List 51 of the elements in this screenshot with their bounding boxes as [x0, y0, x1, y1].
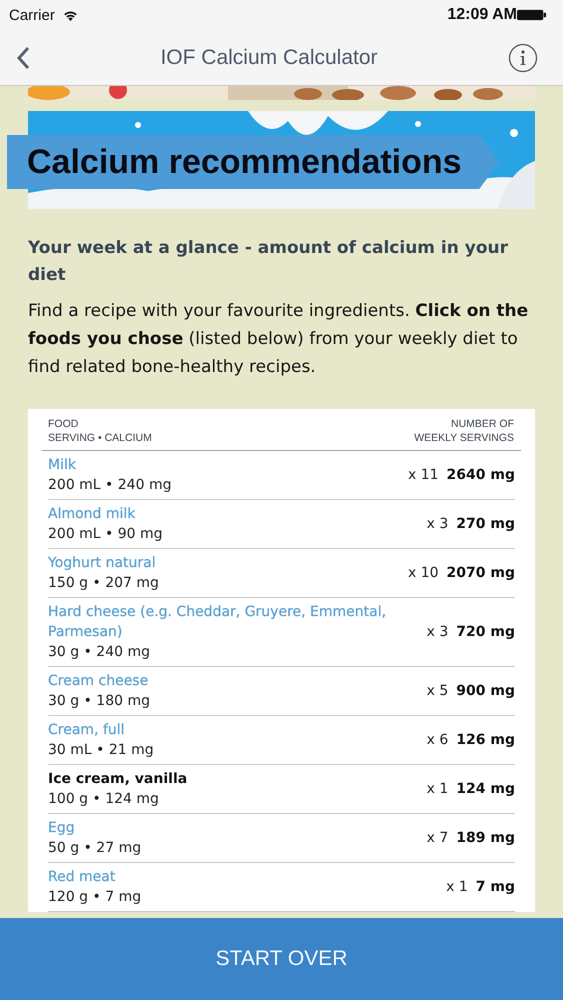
- serving-info: 200 mL • 240 mg: [48, 476, 172, 495]
- calcium-total: 7 mg: [476, 879, 515, 895]
- serving-count: x 6: [426, 732, 448, 748]
- serving-info: 30 g • 180 mg: [48, 692, 150, 711]
- food-link[interactable]: Egg: [48, 818, 142, 838]
- calcium-total: 126 mg: [456, 732, 515, 748]
- carrier-name: Carrier: [9, 6, 55, 24]
- serving-info: 120 g • 7 mg: [48, 888, 142, 907]
- intro-paragraph: Find a recipe with your favourite ingredients. Click on the foods you chose (listed below) from your weekly diet to find related bone-healthy recipes.: [28, 300, 530, 379]
- calcium-total: 900 mg: [456, 683, 515, 699]
- banner-title: Calcium recommendations: [27, 142, 462, 182]
- info-icon[interactable]: [508, 42, 538, 72]
- serving-count: x 7: [426, 830, 448, 846]
- serving-info: 50 g • 27 mg: [48, 839, 142, 858]
- serving-info: 150 g • 207 mg: [48, 574, 159, 593]
- serving-count: x 1: [446, 879, 468, 895]
- column-header: WEEKLY SERVINGS: [414, 431, 514, 445]
- serving-count: x 10: [408, 565, 439, 581]
- section-heading: Your week at a glance - amount of calcium in your diet: [28, 237, 510, 287]
- column-header: FOOD: [48, 417, 80, 431]
- serving-count: x 1: [426, 781, 448, 797]
- serving-info: 100 g • 124 mg: [48, 790, 160, 809]
- serving-info: 30 g • 240 mg: [48, 643, 152, 662]
- food-link[interactable]: Milk: [48, 455, 172, 475]
- column-header: SERVING • CALCIUM: [48, 431, 152, 445]
- calcium-total: 270 mg: [456, 516, 515, 532]
- column-header: NUMBER OF: [451, 417, 514, 431]
- food-link[interactable]: Cream, full: [48, 720, 154, 740]
- start-over-button[interactable]: START OVER: [0, 918, 563, 1000]
- food-name: Ice cream, vanilla: [48, 770, 188, 789]
- clock-time: 12:09 AM: [447, 6, 517, 24]
- battery-icon: [517, 9, 547, 21]
- food-link[interactable]: Red meat: [48, 867, 142, 887]
- back-icon[interactable]: [16, 44, 30, 70]
- food-link[interactable]: Hard cheese (e.g. Cheddar, Gruyere, Emmental, Parmesan): [48, 602, 408, 642]
- calcium-total: 124 mg: [456, 781, 515, 797]
- calcium-total: 2640 mg: [446, 467, 515, 483]
- serving-info: 200 mL • 90 mg: [48, 525, 163, 544]
- serving-count: x 5: [426, 683, 448, 699]
- food-link[interactable]: Cream cheese: [48, 671, 150, 691]
- serving-count: x 3: [426, 516, 448, 532]
- food-link[interactable]: Almond milk: [48, 504, 163, 524]
- serving-count: x 11: [408, 467, 439, 483]
- calcium-total: 2070 mg: [446, 565, 515, 581]
- serving-count: x 3: [426, 624, 448, 640]
- calcium-total: 189 mg: [456, 830, 515, 846]
- food-link[interactable]: Yoghurt natural: [48, 553, 159, 573]
- serving-info: 30 mL • 21 mg: [48, 741, 154, 760]
- calcium-total: 720 mg: [456, 624, 515, 640]
- screen-title: IOF Calcium Calculator: [160, 46, 378, 70]
- wifi-icon: [62, 8, 79, 22]
